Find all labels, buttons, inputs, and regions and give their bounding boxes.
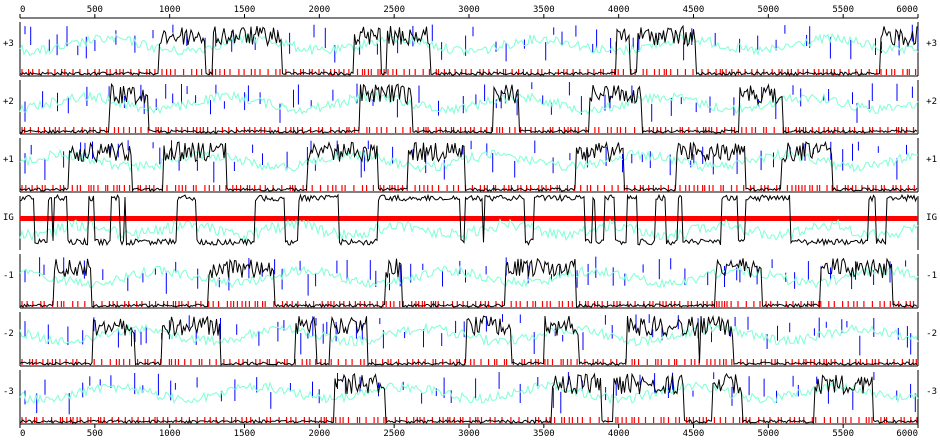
top-tick-label: 500	[87, 5, 103, 15]
coding-potential	[19, 82, 918, 134]
frame-panel--1: -1 -1	[3, 254, 937, 309]
frame-panel-+1: +1 +1	[3, 138, 937, 193]
frame-label-right: IG	[926, 213, 937, 223]
bottom-tick-label: 3000	[458, 429, 480, 439]
gc-trace	[19, 381, 919, 405]
frame-panel-+2: +2 +2	[3, 80, 937, 135]
frame-label-left: +3	[3, 39, 14, 49]
bottom-tick-label: 3500	[533, 429, 555, 439]
bottom-tick-label: 5500	[832, 429, 854, 439]
top-tick-label: 0	[20, 5, 25, 15]
coding-potential	[19, 257, 918, 308]
frame-panels: +3 +3 +2 +2 +1 +1 IG IG -1 -1 -2 -2 -3 -3	[3, 22, 937, 425]
bottom-tick-label: 4500	[683, 429, 705, 439]
frame-label-left: -2	[3, 329, 14, 339]
bottom-tick-label: 0	[20, 429, 25, 439]
frame-label-left: -3	[3, 387, 14, 397]
frame-label-left: -1	[3, 271, 14, 281]
frame-label-right: +1	[926, 155, 937, 165]
gc-trace	[19, 265, 919, 289]
frame-label-right: +3	[926, 39, 937, 49]
bottom-tick-label: 4000	[608, 429, 630, 439]
genemark-frame-plot: 0 500 1000 1500 2000 2500 3000 3500 4000 4500 5000…	[3, 5, 937, 439]
gc-trace	[19, 148, 919, 173]
top-tick-label: 2000	[308, 5, 330, 15]
frame-panel-+3: +3 +3	[3, 22, 937, 77]
frame-label-left: IG	[3, 213, 14, 223]
frame-label-right: -2	[926, 329, 937, 339]
frame-label-right: -3	[926, 387, 937, 397]
bottom-tick-label: 1000	[159, 429, 181, 439]
bottom-tick-label: 2000	[308, 429, 330, 439]
top-tick-label: 4000	[608, 5, 630, 15]
top-tick-label: 6000	[896, 5, 918, 15]
bottom-tick-label: 500	[87, 429, 103, 439]
bottom-axis: 0 500 1000 1500 2000 2500 3000 3500 4000 4500 5000…	[19, 423, 919, 439]
top-tick-label: 3000	[458, 5, 480, 15]
frame-panel--2: -2 -2	[3, 312, 937, 367]
coding-potential	[19, 314, 918, 367]
top-tick-label: 4500	[683, 5, 705, 15]
top-axis: 0 500 1000 1500 2000 2500 3000 3500 4000 4500 5000…	[19, 5, 919, 19]
frame-panel--3: -3 -3	[3, 370, 937, 425]
frame-panel-IG: IG IG	[3, 193, 937, 250]
bottom-tick-label: 1500	[234, 429, 256, 439]
gc-trace	[19, 32, 919, 57]
gc-trace	[19, 218, 919, 242]
bottom-tick-label: 2500	[383, 429, 405, 439]
top-tick-label: 2500	[383, 5, 405, 15]
intergenic-band	[20, 216, 918, 221]
top-tick-label: 1500	[234, 5, 256, 15]
frame-label-right: +2	[926, 97, 937, 107]
frame-label-left: +1	[3, 155, 14, 165]
gc-trace	[19, 90, 919, 116]
bottom-tick-label: 6000	[896, 429, 918, 439]
frame-label-left: +2	[3, 97, 14, 107]
frame-label-right: -1	[926, 271, 937, 281]
top-tick-label: 5500	[832, 5, 854, 15]
top-tick-label: 1000	[159, 5, 181, 15]
bottom-tick-label: 5000	[757, 429, 779, 439]
top-tick-label: 5000	[757, 5, 779, 15]
gc-trace	[19, 322, 919, 347]
top-tick-label: 3500	[533, 5, 555, 15]
